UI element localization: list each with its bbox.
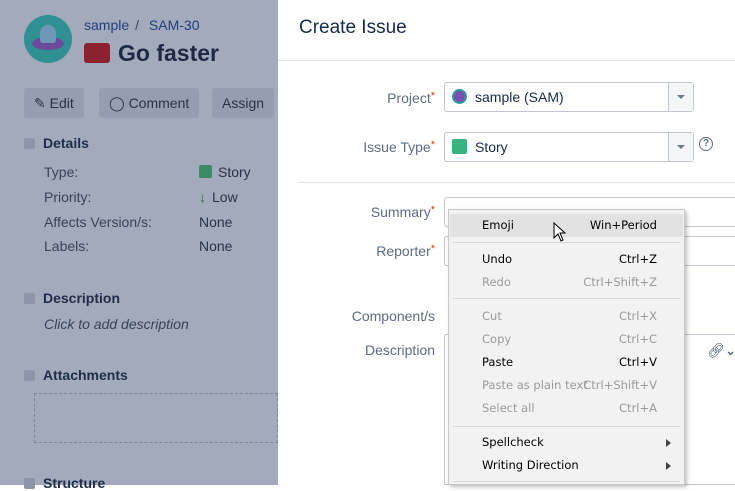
project-avatar-icon	[452, 89, 467, 104]
menu-label: Emoji	[482, 218, 514, 232]
menu-item-writing-direction[interactable]: Writing Direction	[450, 454, 683, 477]
link-icon[interactable]: 🔗︎⌄	[707, 342, 735, 359]
reporter-label-text: Reporter	[376, 243, 431, 259]
menu-shortcut: Ctrl+Shift+V	[583, 378, 657, 392]
description-heading[interactable]: Description	[24, 290, 120, 306]
project-select[interactable]: sample (SAM)	[444, 82, 694, 112]
menu-shortcut: Ctrl+C	[618, 332, 657, 346]
details-heading[interactable]: Details	[24, 135, 89, 151]
description-label: Description	[364, 342, 435, 358]
context-menu: Emoji Win+Period Undo Ctrl+Z Redo Ctrl+Shif…	[448, 209, 685, 485]
menu-label: Paste	[482, 355, 514, 369]
submenu-arrow-icon	[666, 462, 675, 470]
attachments-heading[interactable]: Attachments	[24, 367, 128, 383]
menu-shortcut: Win+Period	[589, 218, 657, 232]
arrow-down-icon: ↓	[199, 189, 206, 205]
project-avatar	[24, 15, 72, 63]
menu-item-paste-plain[interactable]: Paste as plain text Ctrl+Shift+V	[450, 374, 683, 397]
menu-separator	[453, 481, 680, 482]
issue-type-label: Issue Type*	[363, 139, 435, 155]
summary-label-text: Summary	[370, 204, 431, 220]
story-icon	[199, 165, 212, 178]
structure-heading[interactable]: Structure	[24, 475, 105, 491]
priority-label: Priority:	[44, 189, 92, 205]
assign-label: Assign	[222, 95, 265, 111]
menu-item-paste[interactable]: Paste Ctrl+V	[450, 351, 683, 374]
components-label: Component/s	[351, 308, 435, 324]
labels-value: None	[199, 238, 233, 254]
submenu-arrow-icon	[666, 439, 675, 447]
edit-button[interactable]: ✎ Edit	[24, 88, 84, 118]
menu-label: Select all	[482, 401, 535, 415]
dialog-title: Create Issue	[299, 17, 407, 38]
priority-value-text: Low	[212, 189, 238, 205]
mouse-cursor-icon	[553, 222, 567, 242]
issue-view-background: sample / SAM-30 Go faster ✎ Edit ◯ Commen…	[0, 0, 278, 491]
affects-version-value: None	[199, 214, 233, 230]
menu-shortcut: Ctrl+X	[619, 309, 657, 323]
comment-button[interactable]: ◯ Comment	[99, 88, 200, 118]
menu-shortcut: Ctrl+V	[619, 355, 657, 369]
pencil-icon: ✎	[34, 95, 46, 111]
breadcrumb: sample / SAM-30	[84, 17, 200, 33]
required-marker: *	[430, 243, 435, 255]
menu-label: Redo	[482, 275, 511, 289]
menu-label: Writing Direction	[482, 458, 579, 472]
project-label: Project*	[387, 90, 435, 106]
menu-separator	[453, 426, 680, 427]
summary-label: Summary*	[371, 204, 435, 220]
menu-separator	[453, 298, 680, 299]
edit-label: Edit	[49, 95, 74, 111]
reporter-label: Reporter*	[376, 243, 435, 259]
menu-label: Cut	[482, 309, 502, 323]
menu-item-spellcheck[interactable]: Spellcheck	[450, 431, 683, 454]
divider	[298, 182, 735, 183]
menu-shortcut: Ctrl+A	[619, 401, 657, 415]
menu-item-select-all[interactable]: Select all Ctrl+A	[450, 397, 683, 420]
menu-shortcut: Ctrl+Z	[619, 252, 657, 266]
menu-item-copy[interactable]: Copy Ctrl+C	[450, 328, 683, 351]
menu-label: Spellcheck	[482, 435, 544, 449]
description-placeholder[interactable]: Click to add description	[44, 316, 189, 332]
divider	[278, 60, 735, 61]
menu-shortcut: Ctrl+Shift+Z	[583, 275, 657, 289]
fire-engine-emoji-icon	[84, 43, 110, 63]
required-marker: *	[430, 90, 435, 102]
comment-label: Comment	[128, 95, 190, 111]
breadcrumb-issue-key[interactable]: SAM-30	[149, 17, 200, 33]
chevron-down-icon[interactable]	[668, 83, 693, 111]
attachment-dropzone[interactable]	[34, 393, 278, 443]
required-marker: *	[430, 139, 435, 151]
menu-label: Copy	[482, 332, 512, 346]
affects-version-label: Affects Version/s:	[44, 214, 152, 230]
comment-icon: ◯	[109, 95, 125, 111]
project-select-value: sample (SAM)	[475, 89, 564, 105]
issue-type-select-value: Story	[475, 139, 508, 155]
issue-type-select[interactable]: Story	[444, 132, 694, 162]
project-label-text: Project	[387, 90, 431, 106]
menu-label: Undo	[482, 252, 513, 266]
issue-title-text: Go faster	[118, 40, 219, 66]
menu-item-redo[interactable]: Redo Ctrl+Shift+Z	[450, 271, 683, 294]
labels-label: Labels:	[44, 238, 90, 254]
type-value: Story	[199, 164, 251, 180]
story-icon	[452, 139, 467, 154]
assign-button[interactable]: Assign	[212, 88, 275, 118]
menu-item-cut[interactable]: Cut Ctrl+X	[450, 305, 683, 328]
menu-label: Paste as plain text	[482, 378, 588, 392]
issue-type-label-text: Issue Type	[363, 139, 431, 155]
breadcrumb-project[interactable]: sample	[84, 17, 129, 33]
type-label: Type:	[44, 164, 79, 180]
required-marker: *	[430, 204, 435, 216]
menu-item-undo[interactable]: Undo Ctrl+Z	[450, 248, 683, 271]
priority-value: ↓ Low	[199, 189, 238, 205]
help-icon[interactable]: ?	[699, 137, 713, 151]
chevron-down-icon[interactable]	[668, 133, 693, 161]
issue-title: Go faster	[84, 40, 219, 67]
type-value-text: Story	[218, 164, 251, 180]
